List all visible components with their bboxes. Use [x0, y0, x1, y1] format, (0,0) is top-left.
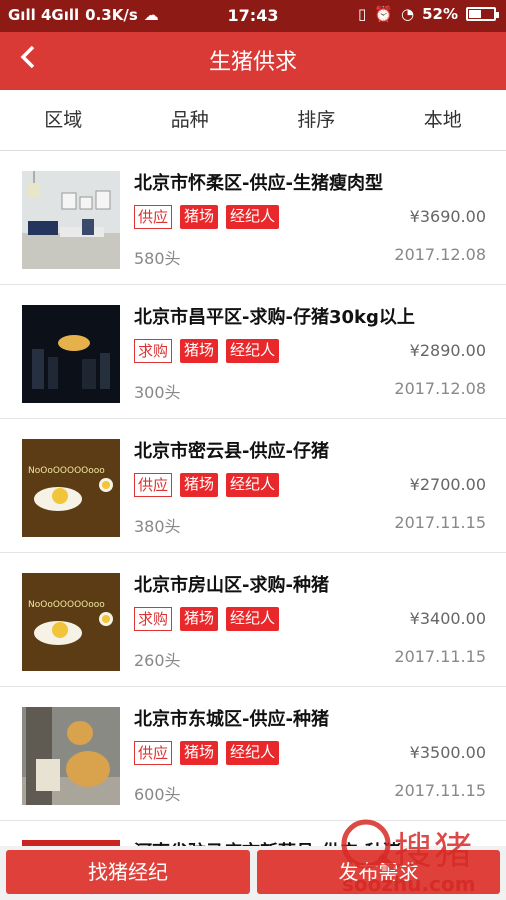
broker-tag: 经纪人 [226, 473, 280, 497]
post-date: 2017.12.08 [394, 245, 486, 264]
tag-group: 供应 猪场 经纪人 [134, 741, 280, 765]
wifi-icon: ◔ [401, 5, 415, 23]
vibrate-icon: ▯ [358, 5, 367, 23]
bottom-action-bar: 找猪经纪 发布需求 [0, 846, 506, 900]
list-item[interactable]: NoOoOOOOOooo 北京市房山区-求购-种猪 求购 猪场 经纪人 ¥340… [0, 553, 506, 687]
living-room-thumbnail [22, 171, 120, 269]
head-count: 600头 [134, 785, 181, 804]
egg-caption: NoOoOOOOOooo [28, 600, 105, 610]
post-date: 2017.11.15 [394, 513, 486, 532]
price: ¥2700.00 [409, 475, 486, 494]
price: ¥2890.00 [409, 341, 486, 360]
egg-cartoon-thumbnail: NoOoOOOOOooo [22, 439, 120, 537]
farm-tag: 猪场 [180, 205, 219, 229]
filter-breed[interactable]: 品种 [127, 90, 254, 150]
post-request-button[interactable]: 发布需求 [257, 850, 500, 894]
farm-tag: 猪场 [180, 339, 219, 363]
broker-tag: 经纪人 [226, 205, 280, 229]
app-header: 生猪供求 [0, 32, 506, 90]
head-count: 260头 [134, 651, 181, 670]
broker-tag: 经纪人 [226, 339, 280, 363]
night-moon-thumbnail [22, 305, 120, 403]
head-count: 580头 [134, 249, 181, 268]
filter-bar: 区域 品种 排序 本地 [0, 90, 506, 151]
listing-list: 北京市怀柔区-供应-生猪瘦肉型 供应 猪场 经纪人 ¥3690.00 580头 … [0, 151, 506, 821]
page-title: 生猪供求 [208, 50, 297, 75]
egg-caption: NoOoOOOOOooo [28, 466, 105, 476]
trade-type-tag: 求购 [134, 339, 173, 363]
list-item[interactable]: 北京市昌平区-求购-仔猪30kg以上 求购 猪场 经纪人 ¥2890.00 30… [0, 285, 506, 419]
price: ¥3690.00 [409, 207, 486, 226]
list-item[interactable]: NoOoOOOOOooo 北京市密云县-供应-仔猪 供应 猪场 经纪人 ¥270… [0, 419, 506, 553]
egg-cartoon-thumbnail: NoOoOOOOOooo [22, 573, 120, 671]
price: ¥3500.00 [409, 743, 486, 762]
farm-tag: 猪场 [180, 607, 219, 631]
listing-title: 北京市东城区-供应-种猪 [134, 709, 329, 730]
trade-type-tag: 求购 [134, 607, 173, 631]
broker-tag: 经纪人 [226, 607, 280, 631]
farm-tag: 猪场 [180, 741, 219, 765]
post-date: 2017.11.15 [394, 647, 486, 666]
listing-title: 北京市密云县-供应-仔猪 [134, 441, 329, 462]
trade-type-tag: 供应 [134, 205, 173, 229]
alarm-icon: ⏰ [374, 5, 393, 23]
farm-tag: 猪场 [180, 473, 219, 497]
trade-type-tag: 供应 [134, 741, 173, 765]
tag-group: 求购 猪场 经纪人 [134, 339, 280, 363]
status-right: ▯ ⏰ ◔ 52% [358, 5, 499, 23]
filter-local[interactable]: 本地 [380, 90, 506, 150]
broker-tag: 经纪人 [226, 741, 280, 765]
filter-sort[interactable]: 排序 [253, 90, 380, 150]
tag-group: 供应 猪场 经纪人 [134, 473, 280, 497]
listing-title: 北京市昌平区-求购-仔猪30kg以上 [134, 307, 415, 328]
dog-thumbnail [22, 707, 120, 805]
battery-percent: 52% [422, 5, 458, 23]
head-count: 380头 [134, 517, 181, 536]
filter-region[interactable]: 区域 [0, 90, 127, 150]
price: ¥3400.00 [409, 609, 486, 628]
tag-group: 求购 猪场 经纪人 [134, 607, 280, 631]
head-count: 300头 [134, 383, 181, 402]
listing-title: 北京市房山区-求购-种猪 [134, 575, 329, 596]
list-item[interactable]: 北京市东城区-供应-种猪 供应 猪场 经纪人 ¥3500.00 600头 201… [0, 687, 506, 821]
status-bar: Gıll 4Gıll 0.3K/s ☁ 17:43 ▯ ⏰ ◔ 52% [0, 0, 506, 32]
listing-title: 北京市怀柔区-供应-生猪瘦肉型 [134, 173, 383, 194]
battery-icon [466, 7, 499, 21]
battery-fill [469, 10, 481, 18]
list-item[interactable]: 北京市怀柔区-供应-生猪瘦肉型 供应 猪场 经纪人 ¥3690.00 580头 … [0, 151, 506, 285]
trade-type-tag: 供应 [134, 473, 173, 497]
post-date: 2017.11.15 [394, 781, 486, 800]
post-date: 2017.12.08 [394, 379, 486, 398]
tag-group: 供应 猪场 经纪人 [134, 205, 280, 229]
find-broker-button[interactable]: 找猪经纪 [6, 850, 250, 894]
